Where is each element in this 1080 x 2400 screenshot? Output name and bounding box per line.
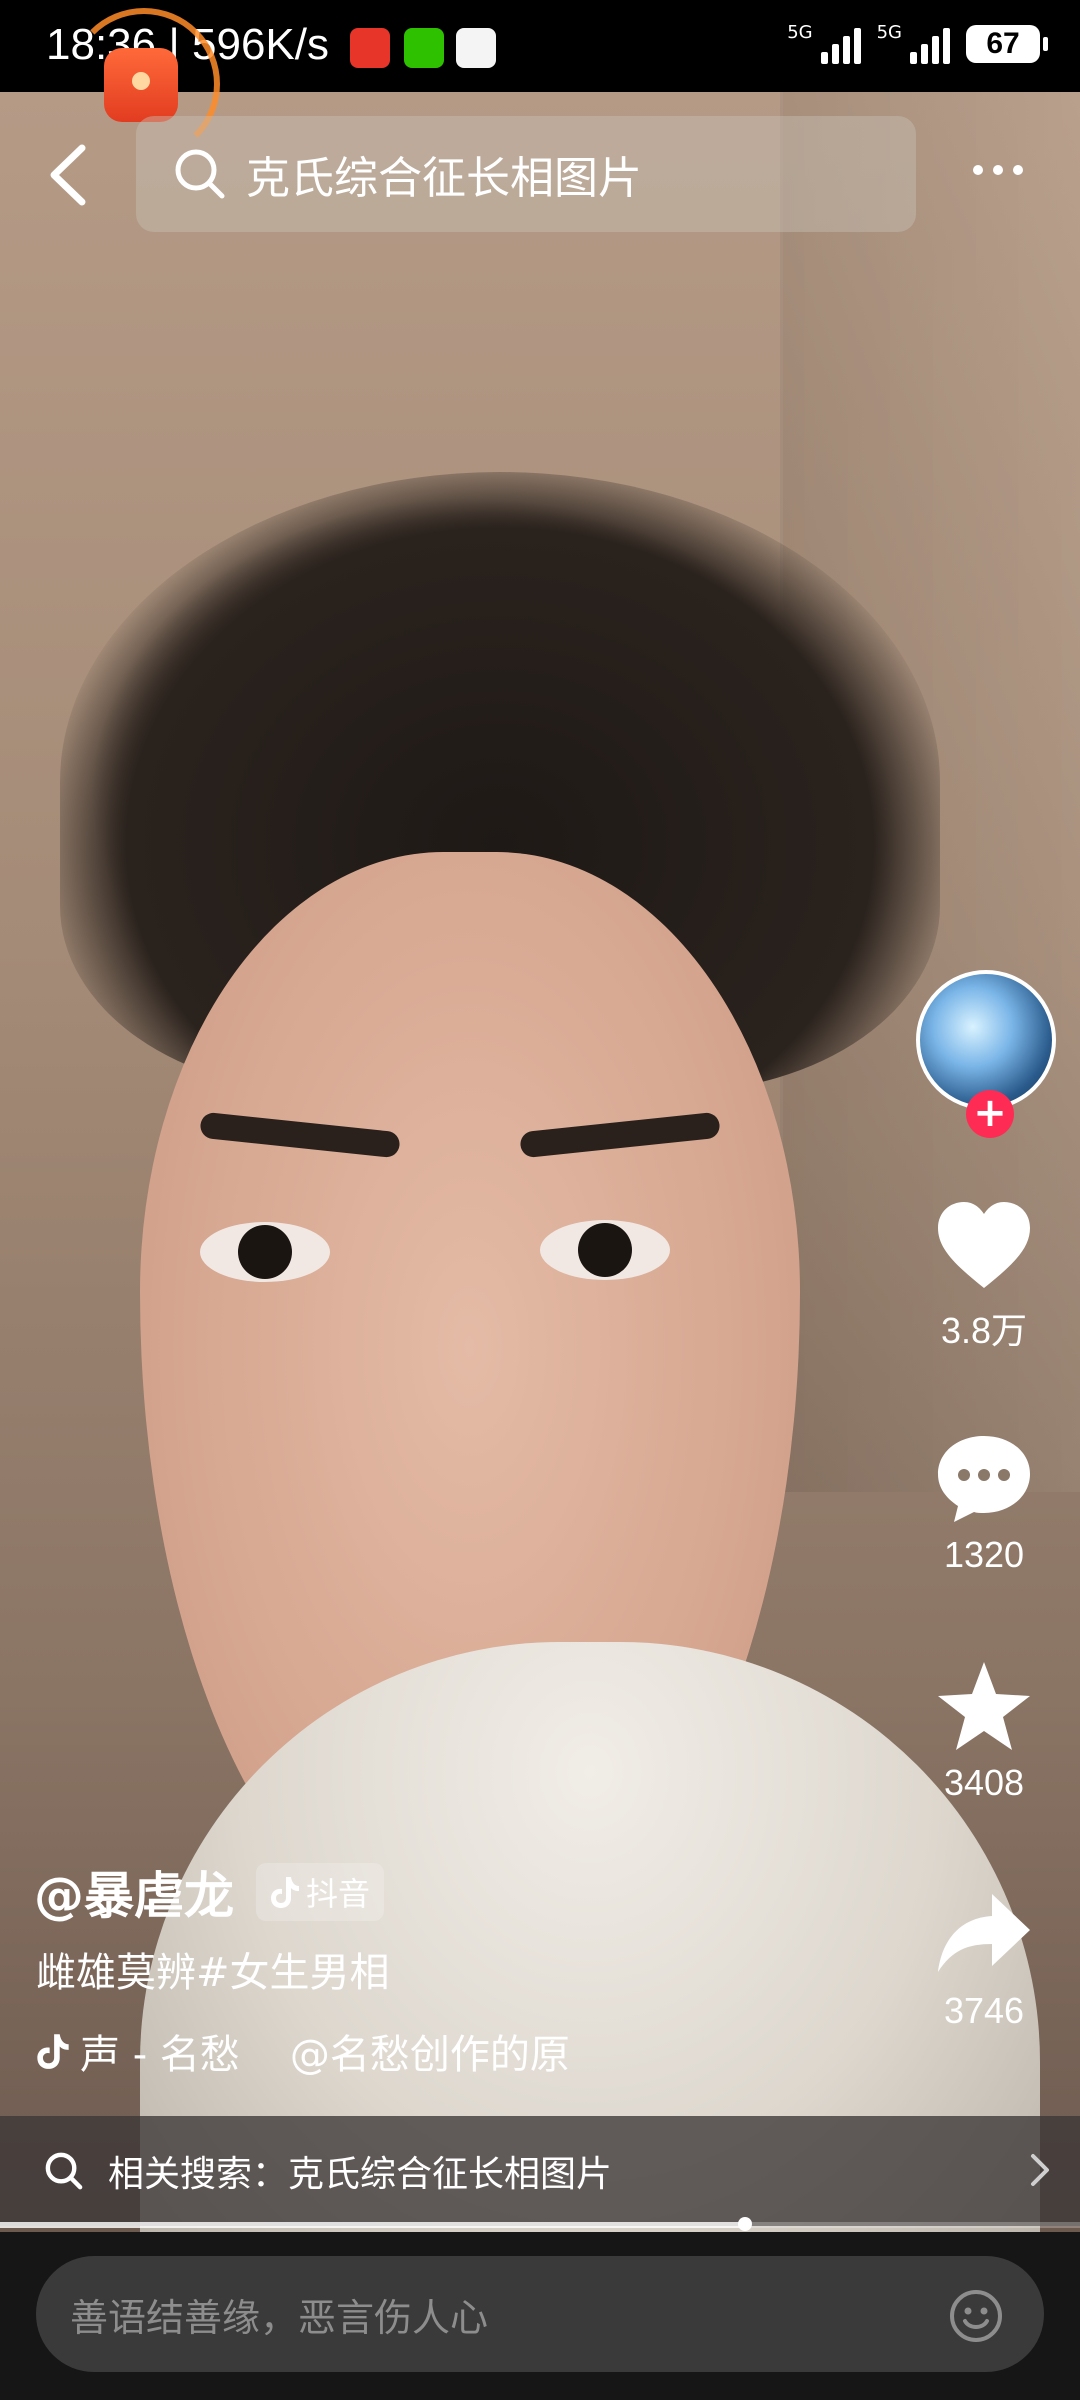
- related-search-bar[interactable]: 相关搜索：克氏综合征长相图片: [0, 2116, 1080, 2226]
- related-search-label: 相关搜索：克氏综合征长相图片: [108, 2154, 613, 2195]
- share-count: 3746: [943, 1990, 1025, 2031]
- bottom-bar: 善语结善缘，恶言伤人心: [0, 2232, 1080, 2400]
- search-query: 克氏综合征长相图片: [246, 153, 642, 204]
- status-right: 5G 5G 67: [787, 22, 1048, 64]
- signal-label-2: 5G: [876, 22, 902, 43]
- music-note-icon: [37, 2034, 69, 2069]
- notification-app-icon-3: [456, 28, 496, 68]
- star-icon: [938, 1662, 1030, 1750]
- like-button[interactable]: 3.8万: [904, 1200, 1064, 1354]
- comment-bubble-icon: [938, 1436, 1030, 1522]
- back-button[interactable]: [40, 140, 100, 210]
- platform-badge-label: 抖音: [306, 1875, 371, 1913]
- platform-badge: 抖音: [256, 1863, 385, 1921]
- follow-plus-button[interactable]: +: [966, 1090, 1014, 1138]
- author-row: @暴虐龙 抖音: [34, 1856, 385, 1928]
- post-description[interactable]: 雌雄莫辨#女生男相: [36, 1940, 390, 1998]
- signal-icon-2: 5G: [877, 24, 950, 64]
- search-icon: [45, 2152, 83, 2190]
- comment-placeholder: 善语结善缘，恶言伤人心: [70, 2295, 489, 2340]
- comment-input[interactable]: 善语结善缘，恶言伤人心: [36, 2256, 1044, 2372]
- favorite-count: 3408: [943, 1762, 1025, 1803]
- dot-icon: [1013, 165, 1023, 175]
- heart-icon: [938, 1202, 1030, 1288]
- notification-app-icon-1: [350, 28, 390, 68]
- share-button[interactable]: 3746: [904, 1888, 1064, 2032]
- favorite-button[interactable]: 3408: [904, 1660, 1064, 1804]
- signal-icon-1: 5G: [787, 22, 861, 64]
- emoji-icon[interactable]: [948, 2288, 1004, 2344]
- avatar[interactable]: [916, 970, 1056, 1110]
- douyin-logo-icon: [271, 1877, 299, 1908]
- progress-fill: [0, 2222, 746, 2228]
- battery-level: 67: [986, 27, 1020, 60]
- more-options-button[interactable]: [966, 150, 1030, 190]
- gift-jar-icon: [104, 48, 178, 122]
- signal-label-1: 5G: [787, 22, 813, 43]
- battery-icon: 67: [966, 25, 1048, 63]
- comment-button[interactable]: 1320: [904, 1432, 1064, 1576]
- music-row[interactable]: 声 - 名愁 @名愁创作的原: [36, 2022, 636, 2080]
- dot-icon: [973, 165, 983, 175]
- chevron-right-icon: [1031, 2154, 1049, 2186]
- author-name[interactable]: @暴虐龙: [34, 1856, 234, 1928]
- music-title: 声 - 名愁: [80, 2032, 240, 2078]
- music-origin: @名愁创作的原: [289, 2032, 570, 2078]
- share-arrow-icon: [938, 1894, 1030, 1972]
- like-count: 3.8万: [940, 1310, 1028, 1351]
- wechat-icon: [404, 28, 444, 68]
- video-eye-right: [540, 1220, 670, 1280]
- chevron-left-icon: [50, 144, 86, 206]
- dot-icon: [993, 165, 1003, 175]
- comment-count: 1320: [943, 1534, 1025, 1575]
- video-eye-left: [200, 1222, 330, 1282]
- search-bar[interactable]: 克氏综合征长相图片: [136, 116, 916, 232]
- author-avatar-button[interactable]: +: [916, 970, 1056, 1138]
- video-progress-bar[interactable]: [0, 2217, 1080, 2231]
- search-icon: [175, 149, 225, 199]
